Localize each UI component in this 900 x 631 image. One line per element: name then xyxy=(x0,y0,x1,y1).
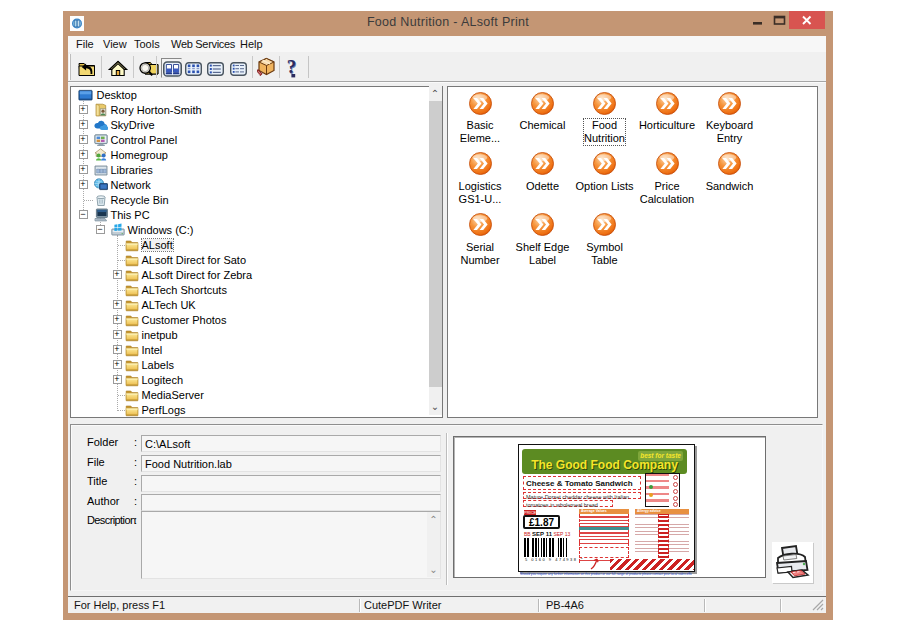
svg-text:?: ? xyxy=(287,58,297,77)
